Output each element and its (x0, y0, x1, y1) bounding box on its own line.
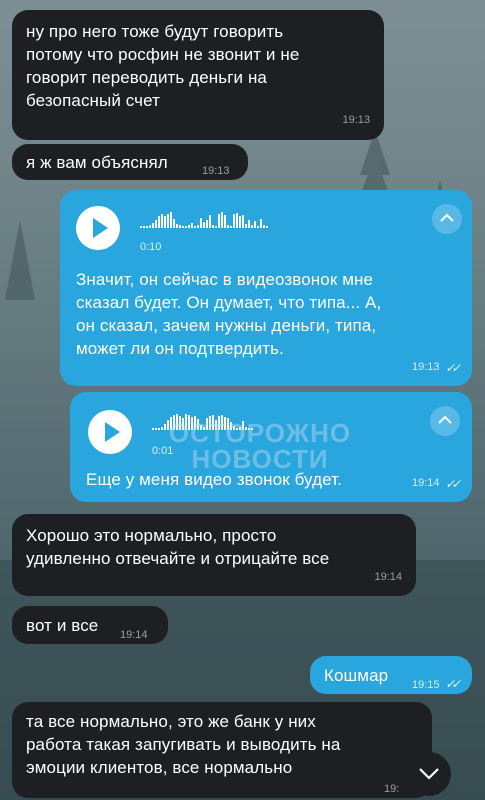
scroll-to-bottom-button[interactable] (407, 752, 451, 796)
message-text: Кошмар (324, 666, 389, 685)
watermark-line2: НОВОСТИ (191, 444, 329, 474)
expand-transcript-button[interactable] (430, 406, 460, 436)
message-time: 19:13 (202, 165, 230, 177)
message-time: 19: (384, 783, 400, 795)
double-check-icon: ✓✓ (444, 677, 460, 691)
message-text: я ж вам объяснял (26, 153, 168, 172)
chevron-down-icon (419, 768, 439, 780)
play-button[interactable] (88, 410, 132, 454)
message-incoming: вот и все 19:14 (12, 606, 168, 644)
message-outgoing: Кошмар 19:15 ✓✓ (310, 656, 472, 694)
double-check-icon: ✓✓ (444, 361, 460, 375)
watermark-line1: ОСТОРОЖНО (168, 418, 352, 448)
message-time: 19:13 (412, 361, 440, 373)
message-time: 19:15 (412, 679, 440, 691)
message-incoming: та все нормально, это же банк у них рабо… (12, 702, 432, 798)
expand-transcript-button[interactable] (432, 204, 462, 234)
message-time: 19:14 (374, 571, 402, 583)
message-text: Хорошо это нормально, просто удивленно о… (26, 526, 330, 568)
message-time: 19:14 (120, 629, 148, 641)
voice-duration: 0:10 (140, 241, 162, 253)
chevron-up-icon (440, 213, 454, 222)
message-incoming: я ж вам объяснял 19:13 (12, 144, 248, 180)
double-check-icon: ✓✓ (444, 477, 460, 491)
message-time: 19:13 (342, 114, 370, 126)
voice-transcript: Значит, он сейчас в видеозвонок мне сказ… (76, 270, 382, 358)
play-button[interactable] (76, 206, 120, 250)
message-text: ну про него тоже будут говорить потому ч… (26, 22, 300, 110)
message-text: вот и все (26, 616, 99, 635)
message-text: та все нормально, это же банк у них рабо… (26, 712, 341, 777)
voice-waveform[interactable] (140, 212, 268, 228)
voice-message-outgoing: 0:10 Значит, он сейчас в видеозвонок мне… (60, 190, 472, 386)
watermark-logo: ОСТОРОЖНО НОВОСТИ (150, 420, 370, 472)
message-incoming: Хорошо это нормально, просто удивленно о… (12, 514, 416, 596)
message-time: 19:14 (412, 477, 440, 489)
message-incoming: ну про него тоже будут говорить потому ч… (12, 10, 384, 140)
chevron-up-icon (438, 415, 452, 424)
